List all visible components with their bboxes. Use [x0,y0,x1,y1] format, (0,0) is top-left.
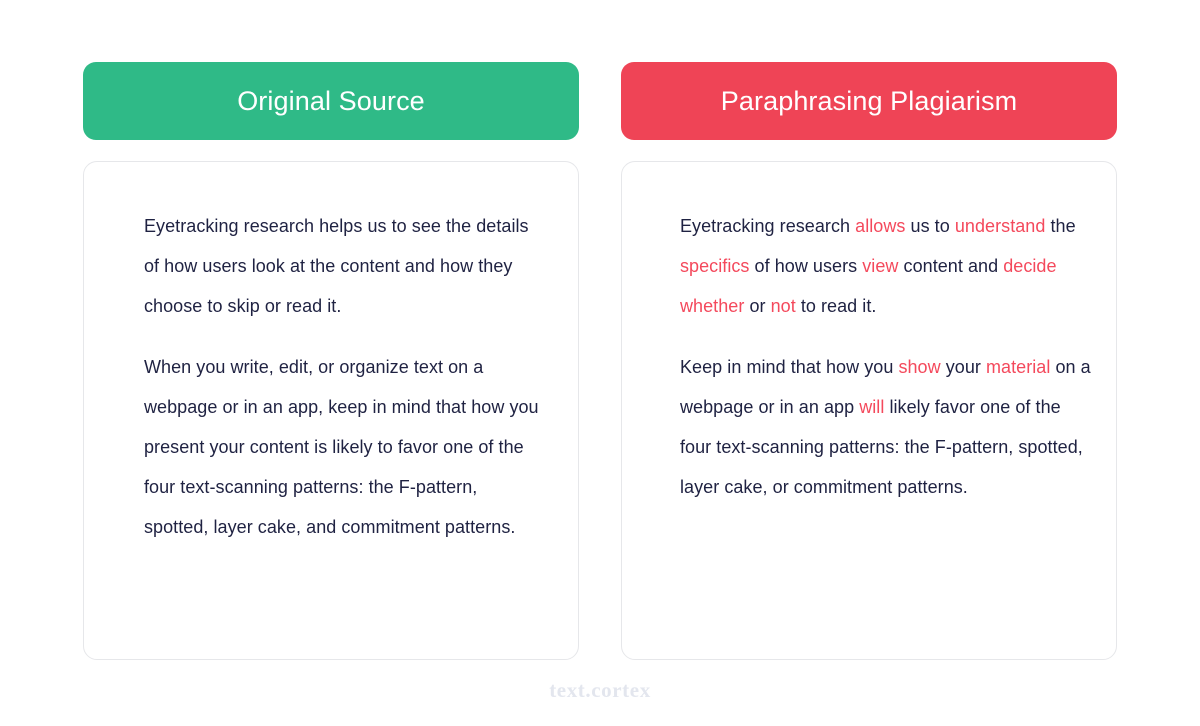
header-paraphrasing-plagiarism: Paraphrasing Plagiarism [621,62,1117,140]
header-original-source: Original Source [83,62,579,140]
text-run: Keep in mind that how you [680,357,899,377]
text-run: When you write, edit, or organize text o… [144,357,539,537]
header-paraphrasing-plagiarism-title: Paraphrasing Plagiarism [720,85,1018,116]
highlighted-word: view [862,256,899,276]
highlighted-word: material [986,357,1051,377]
comparison-columns: Original Source Eyetracking research hel… [83,62,1117,660]
watermark-textcortex: text.cortex [549,678,651,702]
text-run: content and [898,256,1004,276]
card-original-source: Eyetracking research helps us to see the… [83,161,579,660]
card-paraphrasing-plagiarism: Eyetracking research allows us to unders… [621,161,1117,660]
text-run: the [1045,216,1076,236]
text-run: your [940,357,986,377]
text-run: to read it. [795,296,877,316]
highlighted-word: not [770,296,796,316]
column-paraphrasing-plagiarism: Paraphrasing Plagiarism Eyetracking rese… [621,62,1117,660]
text-run: Eyetracking research helps us to see the… [144,216,529,316]
text-run: us to [905,216,955,236]
text-run: of how users [749,256,863,276]
highlighted-word: understand [954,216,1046,236]
highlighted-word: show [898,357,941,377]
text-run: or [744,296,771,316]
header-original-source-title: Original Source [237,85,425,116]
comparison-board: Original Source Eyetracking research hel… [0,0,1200,726]
highlighted-word: will [859,397,885,417]
plagiarism-paragraph-2: Keep in mind that how you show your mate… [680,347,1092,507]
column-original-source: Original Source Eyetracking research hel… [83,62,579,660]
highlighted-word: specifics [680,256,750,276]
original-paragraph-1: Eyetracking research helps us to see the… [144,206,542,326]
text-run: Eyetracking research [680,216,856,236]
highlighted-word: allows [855,216,906,236]
original-paragraph-2: When you write, edit, or organize text o… [144,347,542,547]
plagiarism-paragraph-1: Eyetracking research allows us to unders… [680,206,1092,326]
